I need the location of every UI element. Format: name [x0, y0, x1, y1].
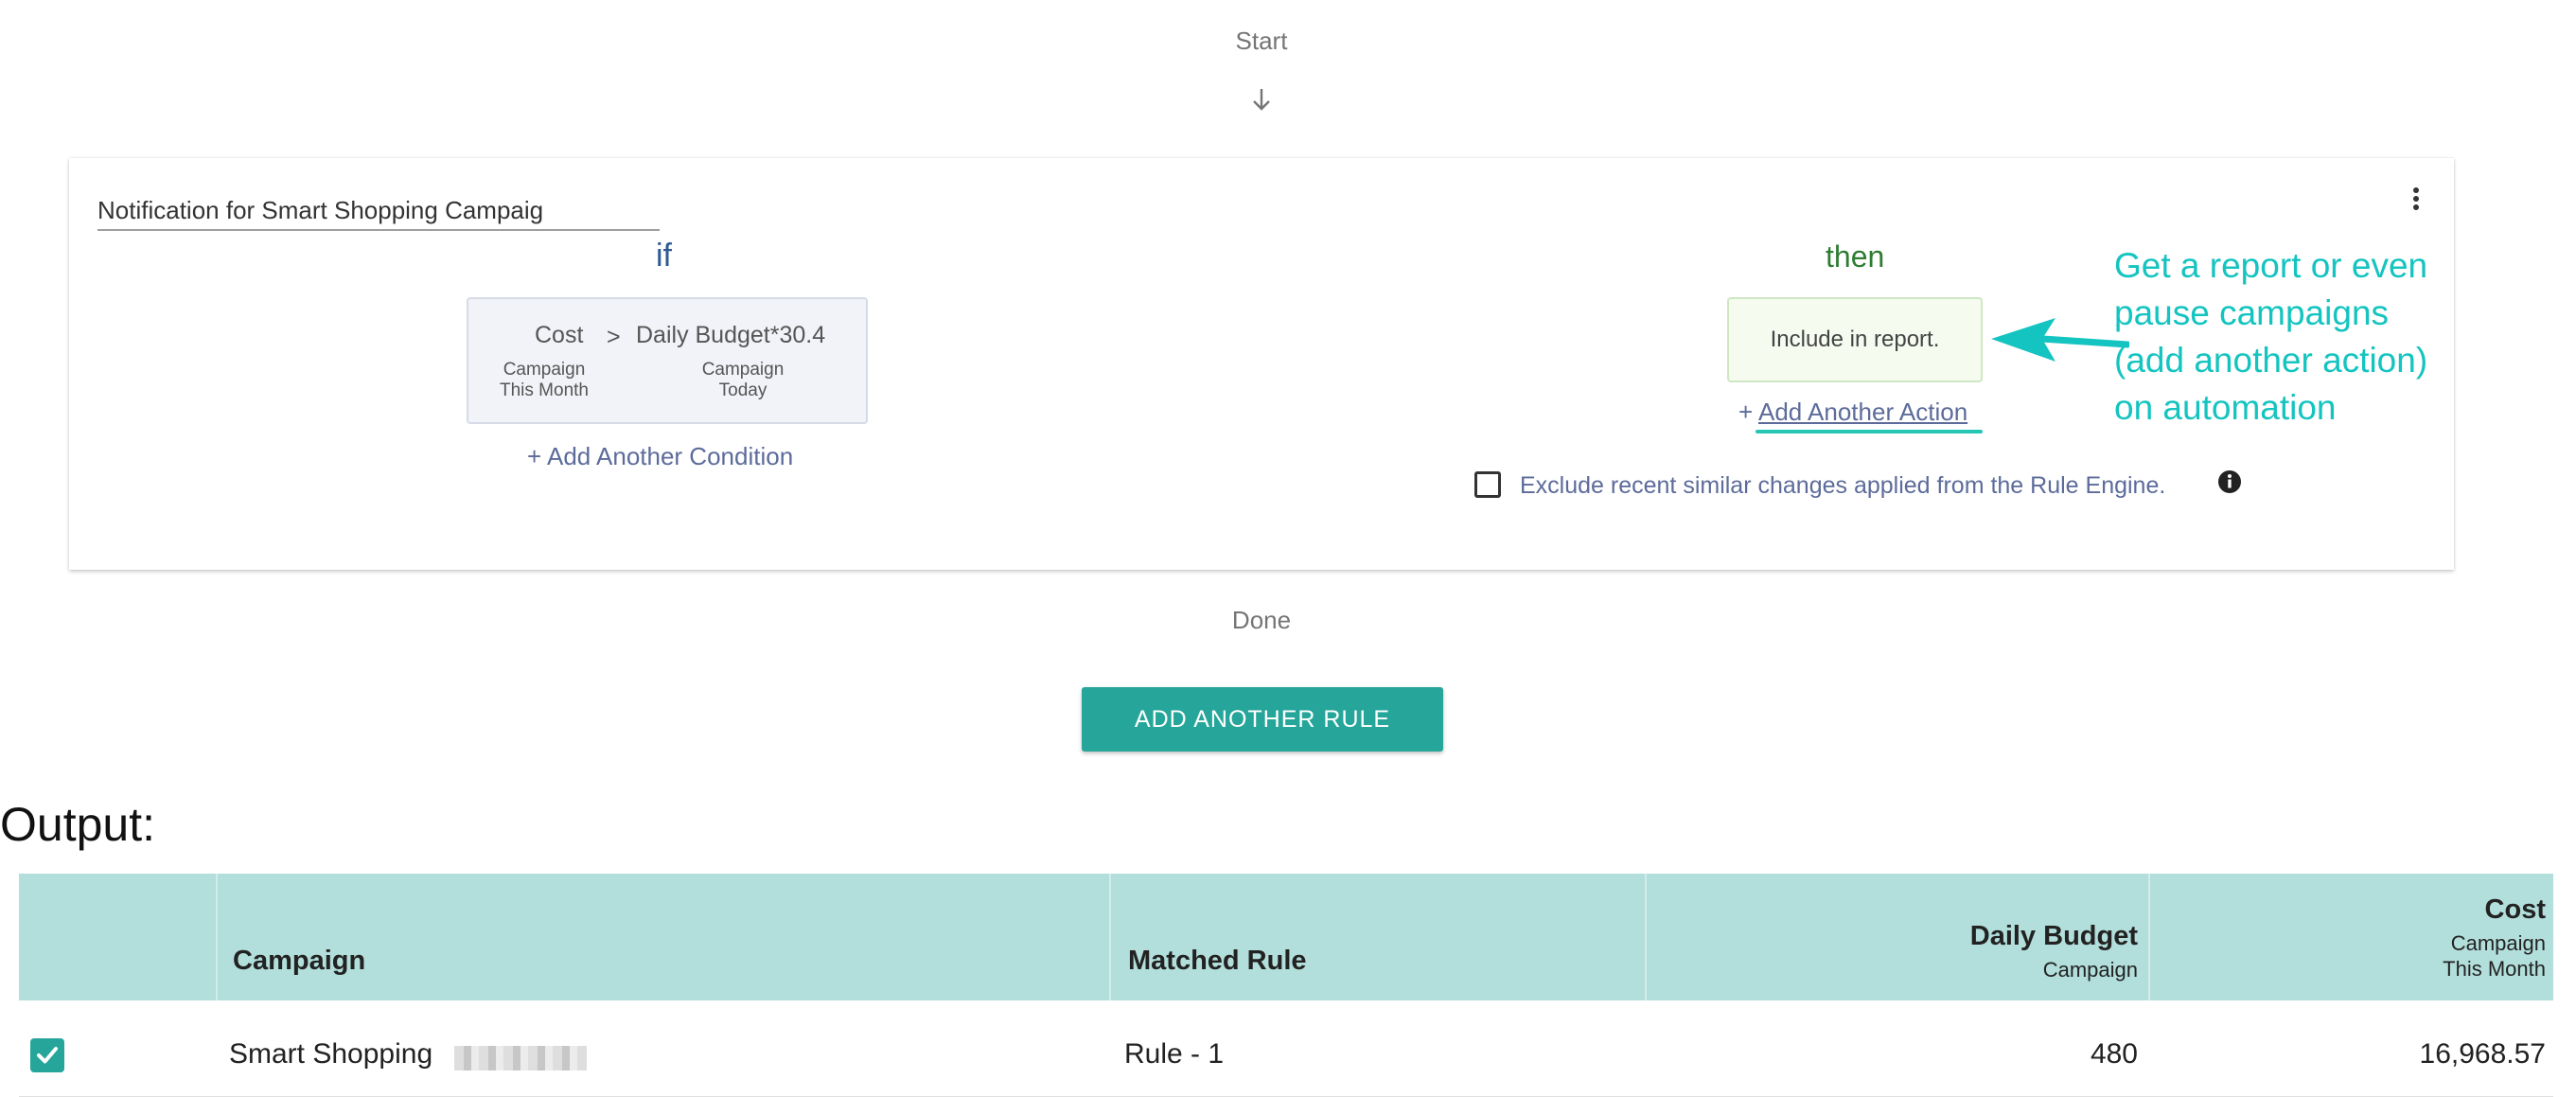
row-checkbox[interactable]: [30, 1038, 64, 1072]
callout-arrow-icon: [1991, 318, 2129, 362]
condition-operator: >: [607, 324, 621, 350]
column-header-cost[interactable]: Cost: [2485, 894, 2546, 926]
if-label: if: [656, 238, 672, 274]
cell-daily-budget: 480: [2090, 1038, 2138, 1070]
exclude-label: Exclude recent similar changes applied f…: [1520, 472, 2166, 499]
check-icon: [37, 1047, 58, 1064]
add-another-rule-button[interactable]: ADD ANOTHER RULE: [1082, 687, 1443, 752]
done-label: Done: [1231, 606, 1292, 634]
exclude-checkbox[interactable]: [1474, 471, 1501, 498]
condition-box[interactable]: Cost > Daily Budget*30.4 Campaign This M…: [467, 297, 868, 424]
table-header: Campaign Matched Rule Daily Budget Campa…: [19, 874, 2553, 1000]
start-label: Start: [1235, 27, 1288, 55]
more-vert-icon[interactable]: [2403, 185, 2429, 213]
output-label: Output:: [0, 798, 155, 851]
add-action-label: Add Another Action: [1757, 398, 1968, 426]
cell-cost: 16,968.57: [2419, 1038, 2546, 1070]
column-divider: [216, 874, 218, 1000]
column-divider: [2148, 874, 2150, 1000]
then-label: then: [1826, 239, 1885, 274]
column-subheader-daily-budget: Campaign: [2042, 958, 2138, 982]
rule-name-input[interactable]: Notification for Smart Shopping Campaig: [97, 193, 660, 231]
condition-right-field: Daily Budget*30.4: [636, 322, 826, 348]
action-box[interactable]: Include in report.: [1727, 297, 1983, 382]
callout-annotation: Get a report or even pause campaigns (ad…: [2114, 246, 2428, 427]
condition-right-scope: Campaign Today: [701, 360, 785, 400]
column-header-matched-rule[interactable]: Matched Rule: [1128, 946, 1307, 977]
column-header-campaign[interactable]: Campaign: [233, 946, 365, 977]
add-action-prefix: +: [1738, 398, 1754, 426]
cell-matched-rule: Rule - 1: [1124, 1038, 1225, 1070]
results-table: Campaign Matched Rule Daily Budget Campa…: [19, 874, 2553, 1097]
column-divider: [1645, 874, 1647, 1000]
redacted-text: [454, 1046, 587, 1070]
column-header-daily-budget[interactable]: Daily Budget: [1970, 921, 2138, 952]
condition-left-scope: Campaign This Month: [500, 360, 589, 400]
cell-campaign: Smart Shopping: [229, 1038, 433, 1070]
info-icon[interactable]: [2217, 469, 2242, 494]
column-divider: [1109, 874, 1111, 1000]
add-condition-link[interactable]: + Add Another Condition: [527, 442, 793, 471]
table-row[interactable]: Smart Shopping Rule - 1 480 16,968.57: [19, 1000, 2553, 1097]
add-action-link[interactable]: + Add Another Action: [1738, 398, 1967, 427]
condition-left-field: Cost: [535, 322, 584, 348]
highlight-underline: [1756, 430, 1983, 433]
column-subheader-cost: Campaign This Month: [2443, 931, 2546, 981]
arrow-down-icon: [1253, 89, 1270, 111]
